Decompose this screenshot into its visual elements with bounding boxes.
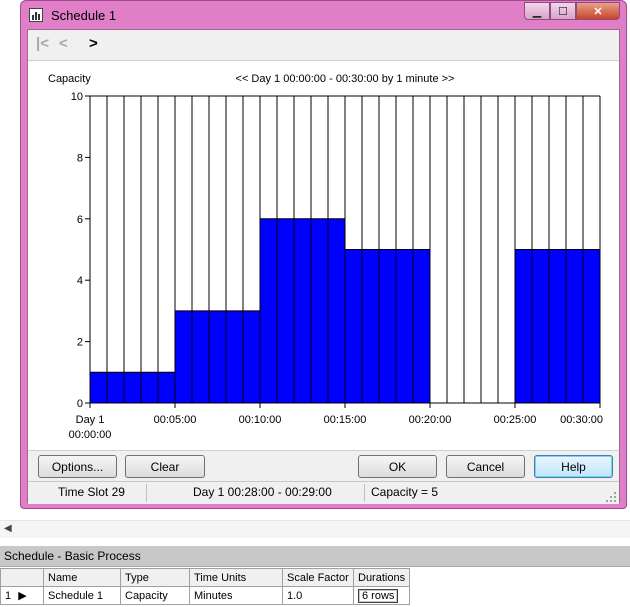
bar <box>294 218 311 403</box>
durations-cell[interactable]: 6 rows <box>352 586 411 605</box>
table-row[interactable]: 1 ▶ Schedule 1 Capacity Minutes 1.0 6 ro… <box>0 586 411 605</box>
durations-rows-button[interactable]: 6 rows <box>358 588 399 603</box>
bar <box>277 218 294 403</box>
x-tick-label-line: 00:30:00 <box>560 414 603 426</box>
x-tick-label-line: Day 1 <box>76 414 105 426</box>
schedule-window: Schedule 1 ▁ ☐ ✕ |< < > Capacity << Day 1… <box>20 0 627 509</box>
bar <box>158 372 175 403</box>
column-header-time-units[interactable]: Time Units <box>189 568 283 587</box>
bar <box>532 249 549 403</box>
current-row-marker-icon: ▶ <box>18 590 27 602</box>
column-header-durations[interactable]: Durations <box>352 568 411 587</box>
bar <box>515 249 532 403</box>
x-tick-label-line: 00:20:00 <box>409 414 452 426</box>
resize-grip-icon[interactable] <box>606 492 616 502</box>
x-tick-label-line: 00:25:00 <box>494 414 537 426</box>
title-bar[interactable]: Schedule 1 ▁ ☐ ✕ <box>21 1 626 29</box>
column-header-name[interactable]: Name <box>43 568 121 587</box>
bar <box>345 249 362 403</box>
scale-factor-cell[interactable]: 1.0 <box>282 586 354 605</box>
name-cell[interactable]: Schedule 1 <box>43 586 121 605</box>
navigation-bar: |< < > <box>28 30 619 60</box>
status-bar: Time Slot 29 Day 1 00:28:00 - 00:29:00 C… <box>28 481 619 504</box>
type-cell[interactable]: Capacity <box>120 586 190 605</box>
x-tick-label-line: 00:10:00 <box>239 414 282 426</box>
scroll-left-arrow-icon[interactable]: ◀ <box>4 523 12 534</box>
minimize-button[interactable]: ▁ <box>524 2 550 20</box>
ok-button[interactable]: OK <box>358 455 437 478</box>
next-page-button[interactable]: > <box>89 35 98 52</box>
first-page-button[interactable]: |< <box>36 35 49 52</box>
x-tick-label: 00:15:00 <box>324 414 367 426</box>
button-row: Options... Clear OK Cancel Help <box>28 452 619 480</box>
bar <box>362 249 379 403</box>
y-tick-label: 8 <box>77 152 83 164</box>
horizontal-scrollbar[interactable]: ◀ <box>0 520 630 538</box>
y-tick-label: 2 <box>77 337 83 349</box>
bar <box>192 310 209 403</box>
bar <box>226 310 243 403</box>
bar <box>260 218 277 403</box>
status-capacity: Capacity = 5 <box>371 485 439 499</box>
y-tick-label: 6 <box>77 214 83 226</box>
x-tick-label-line: 00:05:00 <box>154 414 197 426</box>
previous-page-button[interactable]: < <box>59 35 68 52</box>
bar <box>175 310 192 403</box>
x-tick-label: Day 1 00:00:00 <box>69 414 112 441</box>
status-separator <box>364 484 365 502</box>
chart-icon <box>29 8 43 22</box>
x-tick-label-line: 00:00:00 <box>69 429 112 441</box>
bar <box>583 249 600 403</box>
schedule-dock-panel: Schedule - Basic Process Name Type Time … <box>0 546 630 607</box>
y-tick-label: 4 <box>77 275 83 287</box>
bar <box>549 249 566 403</box>
bar <box>107 372 124 403</box>
background <box>0 0 20 520</box>
cancel-button[interactable]: Cancel <box>446 455 525 478</box>
bar <box>90 372 107 403</box>
bar <box>209 310 226 403</box>
column-header-type[interactable]: Type <box>120 568 190 587</box>
dialog-client-area: |< < > Capacity << Day 1 00:00:00 - 00:30… <box>27 29 620 504</box>
capacity-chart-panel: Capacity << Day 1 00:00:00 - 00:30:00 by … <box>28 60 619 451</box>
bar <box>413 249 430 403</box>
bar <box>311 218 328 403</box>
status-time-slot: Time Slot 29 <box>58 485 125 499</box>
bar <box>566 249 583 403</box>
x-tick-label: 00:25:00 <box>494 414 537 426</box>
bar <box>243 310 260 403</box>
bar <box>328 218 345 403</box>
bar <box>124 372 141 403</box>
status-separator <box>146 484 147 502</box>
close-button[interactable]: ✕ <box>576 2 620 20</box>
schedule-table: Name Type Time Units Scale Factor Durati… <box>0 568 411 605</box>
options-button[interactable]: Options... <box>38 455 117 478</box>
time-units-cell[interactable]: Minutes <box>189 586 283 605</box>
x-tick-label-line: 00:15:00 <box>324 414 367 426</box>
x-tick-label: 00:30:00 <box>560 414 603 426</box>
y-axis-label: Capacity <box>48 73 91 85</box>
x-tick-label: 00:20:00 <box>409 414 452 426</box>
y-tick-label: 10 <box>71 91 83 103</box>
bar <box>379 249 396 403</box>
chart-title: << Day 1 00:00:00 - 00:30:00 by 1 minute… <box>236 73 455 85</box>
y-tick-label: 0 <box>77 398 83 410</box>
row-header-corner <box>0 568 44 587</box>
bar <box>396 249 413 403</box>
bar <box>141 372 158 403</box>
help-button[interactable]: Help <box>534 455 613 478</box>
window-title: Schedule 1 <box>51 8 117 23</box>
column-header-scale-factor[interactable]: Scale Factor <box>282 568 354 587</box>
dock-title: Schedule - Basic Process <box>0 546 630 567</box>
status-time-range: Day 1 00:28:00 - 00:29:00 <box>193 485 332 499</box>
maximize-button[interactable]: ☐ <box>550 2 576 20</box>
x-tick-label: 00:05:00 <box>154 414 197 426</box>
clear-button[interactable]: Clear <box>125 455 205 478</box>
x-tick-label: 00:10:00 <box>239 414 282 426</box>
capacity-chart[interactable]: Capacity << Day 1 00:00:00 - 00:30:00 by … <box>28 61 619 450</box>
row-number-cell[interactable]: 1 ▶ <box>0 586 44 605</box>
